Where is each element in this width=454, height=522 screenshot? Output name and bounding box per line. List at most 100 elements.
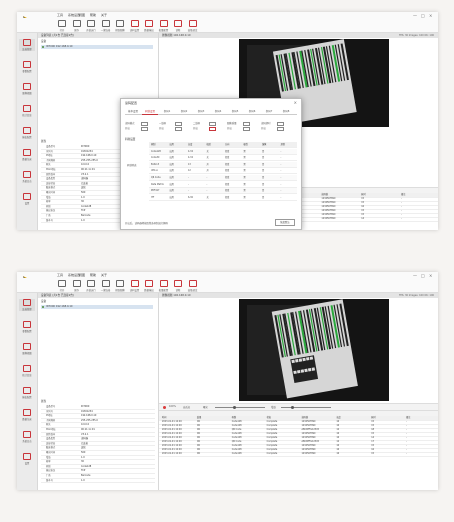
sidebar-item-0[interactable]: 连接管理 — [19, 299, 35, 311]
toolbar-button-3[interactable]: 一键连接 — [99, 19, 113, 32]
sidebar-item-2[interactable]: 图像视图 — [19, 83, 35, 95]
option-checkbox[interactable] — [141, 121, 148, 126]
exposure-slider-knob[interactable] — [233, 406, 236, 409]
tab-6[interactable]: 条码5 — [227, 109, 243, 114]
view-info: FPS: 30 Images: 100 OK: 100 — [399, 34, 434, 37]
toolbar-button-6[interactable]: 数据输出 — [142, 19, 156, 32]
option-checkbox[interactable] — [209, 126, 216, 131]
table-cell: 任意 — [225, 189, 230, 193]
option-checkbox[interactable] — [209, 121, 216, 126]
toolbar-button-5[interactable]: 读码设置 — [128, 19, 142, 32]
sidebar-item-6[interactable]: 系统日志 — [19, 431, 35, 443]
toolbar-button-9[interactable]: 高级调试 — [186, 19, 200, 32]
option-checkbox[interactable] — [175, 126, 182, 131]
sidebar-item-0[interactable]: 连接管理 — [19, 39, 35, 51]
tab-8[interactable]: 条码7 — [261, 109, 277, 114]
sidebar-label: 图像视图 — [22, 352, 32, 355]
menu-item-3[interactable]: 帮助 — [90, 13, 96, 17]
codec-row[interactable]: Code39 启用 4-32 关 任意 黑 否 - — [149, 155, 297, 162]
toolbar-button-4[interactable]: 抓取图像 — [113, 279, 127, 292]
camera-image — [239, 299, 389, 401]
sidebar-item-3[interactable]: 统计信息 — [19, 105, 35, 117]
table-cell: 否 — [262, 189, 265, 193]
gain-slider-knob[interactable] — [291, 406, 294, 409]
device-row[interactable]: ID7000 192.168.0.10 — [41, 45, 153, 49]
sidebar-icon — [23, 39, 31, 46]
codec-row[interactable]: Code128 启用 4-32 关 任意 黑 否 - — [149, 148, 297, 155]
codec-row[interactable]: ITF 启用 6-30 关 任意 黑 否 - — [149, 195, 297, 201]
tab-1[interactable]: 码制设置 — [142, 109, 158, 115]
sidebar-item-7[interactable]: 设置 — [19, 453, 35, 465]
property-key: 序列号 — [46, 149, 53, 153]
toolbar: 打开 保存 开始运行 一键连接 抓取图像 读码设置 数据输出 批量配置 诊断 高级调试 — [17, 18, 438, 33]
toolbar-button-8[interactable]: 诊断 — [171, 279, 185, 292]
toolbar-button-1[interactable]: 保存 — [70, 279, 84, 292]
toolbar-button-0[interactable]: 打开 — [55, 279, 69, 292]
grid-row[interactable]: 2023-01-01 12:00 OK Code128 Complete 1234567… — [159, 452, 438, 457]
tab-4[interactable]: 条码3 — [193, 109, 209, 114]
tab-3[interactable]: 条码2 — [176, 109, 192, 114]
menu-item-3[interactable]: 帮助 — [90, 273, 96, 277]
menu-item-4[interactable]: 关于 — [101, 273, 107, 277]
toolbar-button-4[interactable]: 抓取图像 — [113, 19, 127, 32]
option-checkbox[interactable] — [141, 126, 148, 131]
sidebar-item-7[interactable]: 设置 — [19, 193, 35, 205]
toolbar-button-7[interactable]: 批量配置 — [157, 279, 171, 292]
gain-slider[interactable] — [281, 406, 331, 409]
sidebar-item-6[interactable]: 系统日志 — [19, 171, 35, 183]
menu-item-4[interactable]: 关于 — [101, 13, 107, 17]
sidebar-item-4[interactable]: 输出配置 — [19, 387, 35, 399]
toolbar-button-7[interactable]: 批量配置 — [157, 19, 171, 32]
toolbar-button-5[interactable]: 读码设置 — [128, 279, 142, 292]
option-checkbox[interactable] — [277, 126, 284, 131]
codec-row[interactable]: PDF417 启用 - - 任意 黑 否 - — [149, 188, 297, 195]
toolbar-button-6[interactable]: 数据输出 — [142, 279, 156, 292]
codec-row[interactable]: EAN-13 启用 13 开 任意 黑 否 - — [149, 161, 297, 168]
menu-item-2[interactable]: 视图 — [79, 13, 85, 17]
tab-9[interactable]: 条码8 — [278, 109, 294, 114]
toolbar-button-0[interactable]: 打开 — [55, 19, 69, 32]
tab-2[interactable]: 条码1 — [159, 109, 175, 114]
toolbar-button-2[interactable]: 开始运行 — [84, 19, 98, 32]
device-row[interactable]: ID7000 192.168.0.10 — [41, 305, 153, 309]
record-icon[interactable] — [163, 405, 166, 409]
folder-icon — [58, 280, 66, 287]
toolbar-button-8[interactable]: 诊断 — [171, 19, 185, 32]
tab-0[interactable]: 基本设置 — [125, 109, 141, 114]
sidebar-item-5[interactable]: 数据记录 — [19, 409, 35, 421]
sidebar-item-3[interactable]: 统计信息 — [19, 365, 35, 377]
codec-row[interactable]: Data Matrix 启用 - - 任意 黑 否 - — [149, 182, 297, 188]
restore-default-button[interactable]: 恢复默认 — [275, 219, 295, 226]
dialog-close-icon[interactable]: × — [294, 100, 297, 105]
toolbar-button-2[interactable]: 开始运行 — [84, 279, 98, 292]
toolbar-label: 开始运行 — [86, 289, 96, 292]
panel-title: 设备列表 (共1台 已连接1台) — [38, 33, 158, 38]
codec-row[interactable]: QR Code 启用 - - 任意 黑 否 - — [149, 175, 297, 181]
tab-7[interactable]: 条码6 — [244, 109, 260, 114]
menu-item-0[interactable]: 工具 — [57, 273, 63, 277]
sidebar-item-5[interactable]: 数据记录 — [19, 149, 35, 161]
exposure-slider[interactable] — [215, 406, 265, 409]
option-checkbox[interactable] — [277, 121, 284, 126]
sidebar-item-1[interactable]: 参数配置 — [19, 321, 35, 333]
toolbar-button-9[interactable]: 高级调试 — [186, 279, 200, 292]
toolbar-button-1[interactable]: 保存 — [70, 19, 84, 32]
menu-item-0[interactable]: 工具 — [57, 13, 63, 17]
option-checkbox[interactable] — [175, 121, 182, 126]
toolbar: 打开 保存 开始运行 一键连接 抓取图像 读码设置 数据输出 批量配置 诊断 高级调试 — [17, 278, 438, 293]
menu-item-2[interactable]: 视图 — [79, 273, 85, 277]
sidebar-item-4[interactable]: 输出配置 — [19, 127, 35, 139]
device-status-icon — [42, 46, 44, 48]
property-key: 帧率 — [46, 460, 51, 464]
toolbar-button-3[interactable]: 一键连接 — [99, 279, 113, 292]
sidebar-item-1[interactable]: 参数配置 — [19, 61, 35, 73]
sidebar-item-2[interactable]: 图像视图 — [19, 343, 35, 355]
table-cell: - — [188, 176, 189, 179]
option-checkbox[interactable] — [243, 126, 250, 131]
option-checkbox[interactable] — [243, 121, 250, 126]
tab-5[interactable]: 条码4 — [210, 109, 226, 114]
table-cell: 4-32 — [188, 156, 193, 160]
toolbar-label: 读码设置 — [129, 289, 140, 292]
table-cell: 12 — [188, 169, 191, 173]
codec-row[interactable]: UPC-A 启用 12 开 任意 黑 否 - — [149, 168, 297, 175]
